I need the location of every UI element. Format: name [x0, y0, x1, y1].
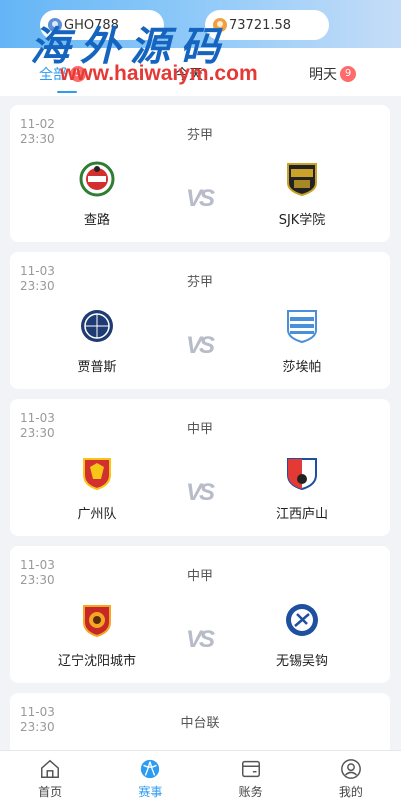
tabbar-item-home[interactable]: 首页 — [0, 751, 100, 802]
tabbar-item-events[interactable]: 赛事 — [100, 751, 200, 802]
tab-tomorrow-label: 明天 — [309, 67, 337, 83]
league-name: 中甲 — [186, 422, 213, 437]
home-team: 贾普斯 — [37, 308, 157, 375]
balance-pill[interactable]: 73721.58 — [205, 10, 329, 40]
bottom-tab-bar: 首页 赛事 账务 我的 — [0, 750, 401, 802]
tabbar-label-finance: 账务 — [238, 785, 263, 799]
coin-icon — [213, 18, 227, 32]
home-team-name: 查路 — [83, 213, 110, 228]
away-team: 江西庐山 — [242, 455, 362, 522]
wallet-icon — [241, 760, 260, 778]
match-list: 11-02 23:30 芬甲 查路 VS SJK学院 11-03 23:30 芬… — [0, 96, 401, 750]
match-card[interactable]: 11-03 23:30 中甲 广州队 VS 江西庐山 — [10, 399, 390, 536]
team-crest-icon — [287, 458, 317, 491]
away-team: SJK学院 — [242, 161, 362, 228]
home-icon — [41, 759, 60, 778]
team-crest-icon — [83, 458, 111, 491]
balance-amount: 73721.58 — [229, 17, 292, 33]
tab-all-badge: 5 — [70, 66, 86, 82]
top-header: GHO788 73721.58 — [0, 0, 401, 48]
team-crest-icon — [286, 604, 318, 636]
username-pill[interactable]: GHO788 — [40, 10, 164, 40]
away-team-name: 莎埃帕 — [282, 360, 322, 375]
away-team: 莎埃帕 — [242, 308, 362, 375]
team-crest-icon — [287, 163, 317, 197]
match-card[interactable]: 11-03 23:30 中台联 — [10, 693, 390, 750]
away-team: 无锡吴钩 — [242, 602, 362, 669]
home-team: 广州队 — [37, 455, 157, 522]
tabbar-label-events: 赛事 — [138, 785, 163, 799]
away-team-name: SJK学院 — [278, 213, 326, 228]
active-tab-indicator — [57, 91, 77, 93]
user-badge-icon — [48, 18, 62, 32]
tab-all-label: 全部 — [39, 67, 67, 83]
league-name: 芬甲 — [186, 128, 213, 143]
home-team: 辽宁沈阳城市 — [37, 602, 157, 669]
home-team-name: 贾普斯 — [77, 360, 117, 375]
versus-mark: VS — [186, 332, 215, 359]
team-crest-icon — [81, 310, 113, 342]
username: GHO788 — [64, 17, 119, 33]
home-team: 查路 — [37, 161, 157, 228]
match-card[interactable]: 11-03 23:30 芬甲 贾普斯 VS 莎埃帕 — [10, 252, 390, 389]
versus-mark: VS — [186, 626, 215, 653]
team-crest-icon — [79, 161, 115, 197]
match-card[interactable]: 11-03 23:30 中甲 辽宁沈阳城市 VS 无锡吴钩 — [10, 546, 390, 683]
away-team-name: 江西庐山 — [275, 507, 328, 522]
date-filter-tabs: 全部 5 今天 明天 9 — [0, 48, 401, 96]
profile-icon — [340, 759, 361, 779]
tabbar-label-profile: 我的 — [338, 785, 363, 799]
tab-tomorrow[interactable]: 明天 9 — [309, 64, 356, 84]
team-crest-icon — [83, 605, 111, 638]
tab-today-label: 今天 — [175, 67, 203, 83]
tabbar-item-finance[interactable]: 账务 — [201, 751, 301, 802]
versus-mark: VS — [186, 185, 215, 212]
soccer-ball-icon — [141, 759, 160, 779]
league-name: 中台联 — [180, 716, 220, 731]
tab-tomorrow-badge: 9 — [340, 66, 356, 82]
tab-today[interactable]: 今天 — [175, 64, 203, 84]
versus-mark: VS — [186, 479, 215, 506]
home-team-name: 辽宁沈阳城市 — [57, 654, 136, 669]
team-crest-icon — [287, 310, 317, 344]
tabbar-label-home: 首页 — [38, 785, 63, 799]
tab-all[interactable]: 全部 5 — [39, 64, 86, 84]
league-name: 中甲 — [186, 569, 213, 584]
league-name: 芬甲 — [186, 275, 213, 290]
away-team-name: 无锡吴钩 — [275, 654, 328, 669]
match-card[interactable]: 11-02 23:30 芬甲 查路 VS SJK学院 — [10, 105, 390, 242]
tabbar-item-profile[interactable]: 我的 — [301, 751, 401, 802]
home-team-name: 广州队 — [77, 507, 117, 522]
